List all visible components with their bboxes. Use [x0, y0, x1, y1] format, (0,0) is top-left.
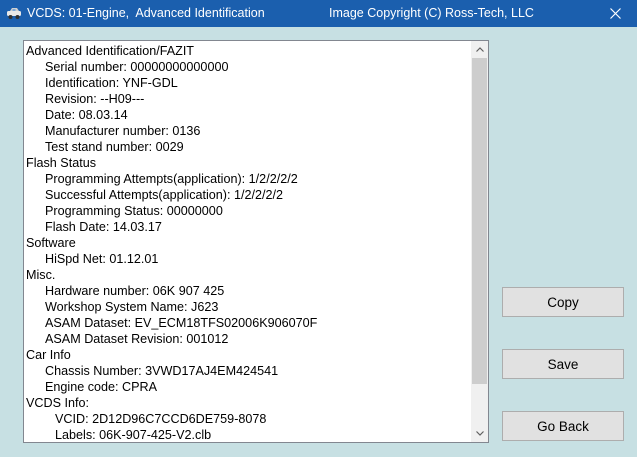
- info-line: Flash Date: 14.03.17: [45, 220, 162, 234]
- info-line: Engine code: CPRA: [45, 380, 158, 394]
- save-button[interactable]: Save: [502, 349, 624, 379]
- section-header: Software: [26, 236, 76, 250]
- info-line: Revision: --H09---: [45, 92, 145, 106]
- section-header: Advanced Identification/FAZIT: [26, 44, 195, 58]
- window-title: VCDS: 01-Engine, Advanced Identification: [27, 6, 265, 20]
- vertical-scrollbar[interactable]: [471, 41, 488, 442]
- section-header: VCDS Info:: [26, 396, 89, 410]
- identification-lines: Advanced Identification/FAZIT Serial numb…: [26, 43, 470, 442]
- scroll-thumb[interactable]: [472, 58, 487, 384]
- scroll-down-button[interactable]: [471, 425, 488, 442]
- scroll-up-button[interactable]: [471, 41, 488, 58]
- copy-button[interactable]: Copy: [502, 287, 624, 317]
- identification-listbox[interactable]: Advanced Identification/FAZIT Serial numb…: [23, 40, 489, 443]
- info-line: VCID: 2D12D96C7CCD6DE759-8078: [55, 412, 267, 426]
- info-line: Successful Attempts(application): 1/2/2/…: [45, 188, 284, 202]
- vcds-car-icon: [6, 6, 22, 20]
- close-button[interactable]: [593, 0, 637, 27]
- go-back-button[interactable]: Go Back: [502, 411, 624, 441]
- info-line: Hardware number: 06K 907 425: [45, 284, 225, 298]
- copyright-text: Image Copyright (C) Ross-Tech, LLC: [329, 6, 534, 20]
- info-line: Programming Status: 00000000: [45, 204, 223, 218]
- info-line: Workshop System Name: J623: [45, 300, 219, 314]
- section-header: Misc.: [26, 268, 56, 282]
- scroll-up-arrow-icon: [475, 47, 484, 52]
- info-line: Manufacturer number: 0136: [45, 124, 201, 138]
- close-icon: [609, 8, 621, 19]
- info-line: ASAM Dataset Revision: 001012: [45, 332, 229, 346]
- info-line: Test stand number: 0029: [45, 140, 184, 154]
- info-line: ASAM Dataset: EV_ECM18TFS02006K906070F: [45, 316, 318, 330]
- scroll-down-arrow-icon: [475, 431, 484, 436]
- client-area: Advanced Identification/FAZIT Serial numb…: [0, 27, 637, 457]
- info-line: Labels: 06K-907-425-V2.clb: [55, 428, 212, 442]
- info-line: Programming Attempts(application): 1/2/2…: [45, 172, 298, 186]
- title-bar[interactable]: VCDS: 01-Engine, Advanced Identification…: [0, 0, 637, 27]
- info-line: Serial number: 00000000000000: [45, 60, 229, 74]
- info-line: Date: 08.03.14: [45, 108, 128, 122]
- info-line: Chassis Number: 3VWD17AJ4EM424541: [45, 364, 279, 378]
- section-header: Flash Status: [26, 156, 96, 170]
- section-header: Car Info: [26, 348, 71, 362]
- info-line: Identification: YNF-GDL: [45, 76, 178, 90]
- info-line: HiSpd Net: 01.12.01: [45, 252, 159, 266]
